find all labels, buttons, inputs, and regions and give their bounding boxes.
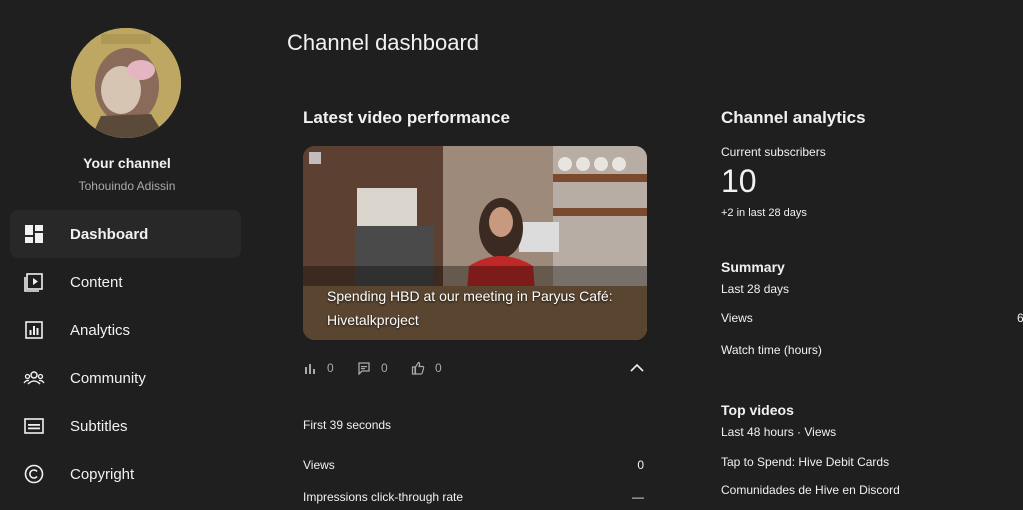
subscribers-label: Current subscribers: [721, 145, 826, 159]
video-views-stat: 0: [303, 358, 334, 378]
nav-label: Analytics: [70, 321, 131, 339]
top-video-link[interactable]: Tap to Spend: Hive Debit Cards: [721, 455, 889, 469]
top-video-link[interactable]: Comunidades de Hive en Discord: [721, 483, 900, 497]
summary-row-value: 6: [1017, 311, 1023, 325]
nav-item-analytics[interactable]: Analytics: [10, 306, 241, 354]
subscriber-change: +2 in last 28 days: [721, 207, 807, 219]
comment-icon: [358, 362, 370, 375]
video-row-label: Views: [303, 458, 335, 472]
channel-title: Your channel: [83, 155, 171, 171]
summary-period: Last 28 days: [721, 282, 790, 296]
community-icon: [23, 371, 45, 385]
nav-item-copyright[interactable]: Copyright: [10, 450, 241, 498]
analytics-icon: [25, 321, 43, 339]
nav-item-content[interactable]: Content: [10, 258, 241, 306]
nav-label: Community: [70, 369, 146, 387]
summary-row-label: Watch time (hours): [721, 343, 822, 357]
sidebar: Your channel Tohouindo Adissin Dashboard…: [0, 0, 254, 510]
nav-label: Content: [70, 273, 123, 291]
video-thumbnail[interactable]: Spending HBD at our meeting in Paryus Ca…: [303, 146, 647, 340]
content-icon: [24, 273, 43, 292]
nav-item-subtitles[interactable]: Subtitles: [10, 402, 241, 450]
subtitles-icon: [24, 418, 44, 434]
comments-count: 0: [381, 361, 388, 375]
bar-chart-icon: [305, 364, 315, 374]
video-period: First 39 seconds: [303, 418, 392, 432]
likes-count: 0: [435, 361, 442, 375]
nav-label: Copyright: [70, 465, 135, 483]
channel-analytics-heading: Channel analytics: [721, 108, 866, 127]
video-title: Spending HBD at our meeting in Paryus Ca…: [327, 288, 613, 328]
latest-video-heading: Latest video performance: [303, 108, 510, 127]
page-title: Channel dashboard: [287, 30, 480, 55]
views-count: 0: [327, 361, 334, 375]
subscribers-count: 10: [721, 163, 757, 199]
nav-item-community[interactable]: Community: [10, 354, 241, 402]
dashboard-icon: [25, 225, 43, 243]
channel-avatar[interactable]: [71, 28, 181, 138]
video-comments-stat: 0: [357, 358, 388, 378]
nav-label: Dashboard: [70, 225, 149, 243]
nav-label: Subtitles: [70, 417, 128, 435]
channel-name: Tohouindo Adissin: [78, 179, 176, 193]
summary-row-label: Views: [721, 311, 753, 325]
avatar-image: [71, 28, 181, 138]
video-row-label: Impressions click-through rate: [303, 490, 464, 504]
nav-item-dashboard[interactable]: Dashboard: [10, 210, 241, 258]
video-likes-stat: 0: [411, 358, 442, 378]
chevron-up-icon[interactable]: [629, 362, 645, 374]
video-row-value: —: [632, 490, 644, 504]
copyright-icon: [24, 464, 44, 484]
thumbs-up-icon: [411, 361, 425, 375]
summary-heading: Summary: [721, 259, 785, 275]
top-videos-heading: Top videos: [721, 402, 794, 418]
top-videos-period: Last 48 hours · Views: [721, 425, 837, 439]
video-row-value: 0: [637, 458, 644, 472]
